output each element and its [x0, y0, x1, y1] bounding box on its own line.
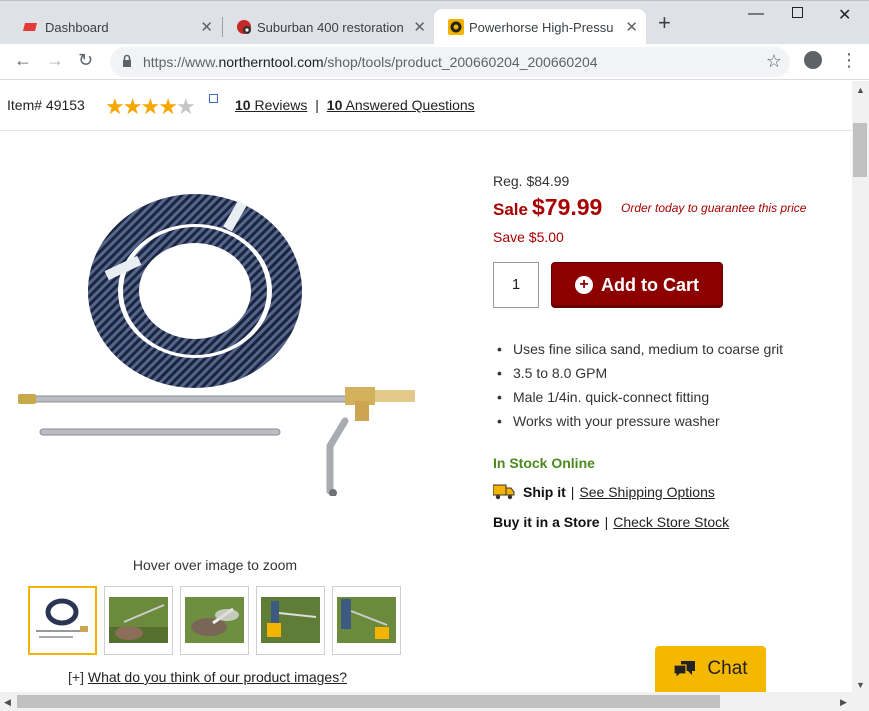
item-number: Item# 49153	[7, 97, 85, 113]
price-guarantee-note: Order today to guarantee this price	[621, 201, 807, 215]
tab-strip: Dashboard ✕ Suburban 400 restoration - ✕…	[0, 0, 869, 45]
pinterest-icon	[237, 20, 251, 34]
sale-label: Sale	[493, 200, 528, 219]
product-image[interactable]	[10, 191, 420, 496]
star-filled-icon: ★	[122, 94, 143, 119]
url-host: northerntool.com	[218, 54, 324, 70]
scroll-right-arrow-icon[interactable]: ▶	[840, 697, 847, 708]
scroll-left-arrow-icon[interactable]: ◀	[4, 697, 11, 708]
check-store-stock-link[interactable]: Check Store Stock	[613, 514, 729, 530]
feature-item: Male 1/4in. quick-connect fitting	[497, 388, 783, 412]
tab-powerhorse[interactable]: Powerhorse High-Pressure ✕	[434, 9, 646, 45]
bookmark-star-icon[interactable]: ☆	[766, 51, 782, 72]
savings-amount: Save $5.00	[493, 229, 564, 245]
sale-price-line: Sale $79.99	[493, 194, 602, 221]
star-filled-icon: ★	[105, 94, 125, 119]
shipping-options-link[interactable]: See Shipping Options	[579, 484, 714, 500]
feature-list: Uses fine silica sand, medium to coarse …	[497, 340, 783, 436]
divider	[0, 130, 852, 131]
close-icon[interactable]: ✕	[625, 18, 638, 36]
page-content: Item# 49153 ★★★★★ 10 Reviews | 10 Answer…	[0, 81, 852, 692]
popup-indicator-icon[interactable]	[209, 94, 218, 103]
review-links: 10 Reviews | 10 Answered Questions	[235, 97, 475, 113]
thumbnail-image	[36, 598, 88, 638]
separator: |	[315, 97, 319, 113]
chat-label: Chat	[707, 658, 748, 679]
separator: |	[570, 484, 575, 500]
image-feedback: [+] What do you think of our product ima…	[68, 669, 347, 685]
reviews-link[interactable]: 10 Reviews	[235, 97, 307, 113]
thumbnail-image	[109, 597, 168, 643]
quantity-input[interactable]: 1	[493, 262, 539, 308]
thumbnail-4[interactable]	[256, 586, 325, 655]
thumbnail-5[interactable]	[332, 586, 401, 655]
close-icon[interactable]: ✕	[200, 18, 213, 36]
coiled-hose	[88, 194, 302, 388]
close-icon[interactable]: ✕	[413, 18, 426, 36]
maximize-icon[interactable]	[792, 7, 803, 18]
back-arrow-icon[interactable]: ←	[14, 50, 32, 71]
scroll-up-arrow-icon[interactable]: ▲	[856, 85, 865, 95]
tab-dashboard[interactable]: Dashboard ✕	[8, 9, 221, 45]
scroll-down-arrow-icon[interactable]: ▼	[856, 680, 865, 690]
thumbnail-image	[261, 597, 320, 643]
minimize-icon[interactable]: —	[748, 5, 764, 23]
menu-kebab-icon[interactable]: ⋮	[840, 50, 858, 71]
thumbnail-1[interactable]	[28, 586, 97, 655]
chat-button[interactable]: Chat	[655, 646, 766, 692]
window-close-icon[interactable]: ✕	[838, 5, 851, 25]
thumbnail-2[interactable]	[104, 586, 173, 655]
forward-arrow-icon[interactable]: →	[46, 50, 64, 71]
profile-avatar-icon[interactable]	[804, 51, 822, 69]
star-empty-icon: ★	[175, 94, 196, 119]
truck-icon	[493, 484, 515, 500]
sand-blast-wand	[18, 387, 415, 496]
vertical-scroll-thumb[interactable]	[853, 123, 867, 177]
lock-icon	[123, 54, 131, 67]
store-line: Buy it in a Store | Check Store Stock	[493, 514, 729, 530]
horizontal-scroll-thumb[interactable]	[17, 695, 720, 708]
powerhorse-icon	[448, 19, 464, 35]
tab-title: Suburban 400 restoration -	[257, 19, 407, 35]
chat-bubbles-icon	[673, 661, 696, 679]
thumbnail-image	[337, 597, 396, 643]
star-filled-icon: ★	[158, 94, 178, 119]
plus-circle-icon: +	[575, 276, 593, 294]
separator: |	[604, 514, 609, 530]
ship-it-line: Ship it | See Shipping Options	[493, 484, 715, 500]
expand-toggle[interactable]: [+]	[68, 669, 88, 685]
add-to-cart-label: Add to Cart	[601, 274, 699, 295]
sale-price: $79.99	[531, 194, 603, 220]
url-text: https://www.northerntool.com/shop/tools/…	[143, 54, 598, 70]
image-feedback-link[interactable]: What do you think of our product images?	[88, 669, 347, 685]
browser-toolbar: ← → ↻ https://www.northerntool.com/shop/…	[0, 44, 869, 80]
feature-item: Uses fine silica sand, medium to coarse …	[497, 340, 783, 364]
rating-stars[interactable]: ★★★★★	[105, 94, 196, 120]
ship-it-label: Ship it	[523, 484, 566, 500]
stock-status: In Stock Online	[493, 455, 595, 471]
thumbnail-3[interactable]	[180, 586, 249, 655]
tab-suburban[interactable]: Suburban 400 restoration - ✕	[222, 9, 434, 45]
reload-icon[interactable]: ↻	[78, 50, 93, 71]
questions-link[interactable]: 10 Answered Questions	[327, 97, 475, 113]
url-path: /shop/tools/product_200660204_200660204	[323, 54, 598, 70]
url-prefix: https://www.	[143, 54, 219, 70]
new-tab-icon[interactable]: +	[658, 12, 671, 34]
zoom-hint: Hover over image to zoom	[132, 557, 298, 573]
feature-item: Works with your pressure washer	[497, 412, 783, 436]
regular-price: Reg. $84.99	[493, 173, 570, 189]
add-to-cart-button[interactable]: + Add to Cart	[551, 262, 723, 308]
thumbnail-image	[185, 597, 244, 643]
star-filled-icon: ★	[140, 94, 160, 119]
feature-item: 3.5 to 8.0 GPM	[497, 364, 783, 388]
dashboard-favicon-icon	[23, 23, 37, 31]
store-label: Buy it in a Store	[493, 514, 600, 530]
tab-title: Powerhorse High-Pressure	[469, 19, 614, 35]
address-bar[interactable]: https://www.northerntool.com/shop/tools/…	[110, 47, 790, 77]
tab-title: Dashboard	[45, 19, 109, 35]
